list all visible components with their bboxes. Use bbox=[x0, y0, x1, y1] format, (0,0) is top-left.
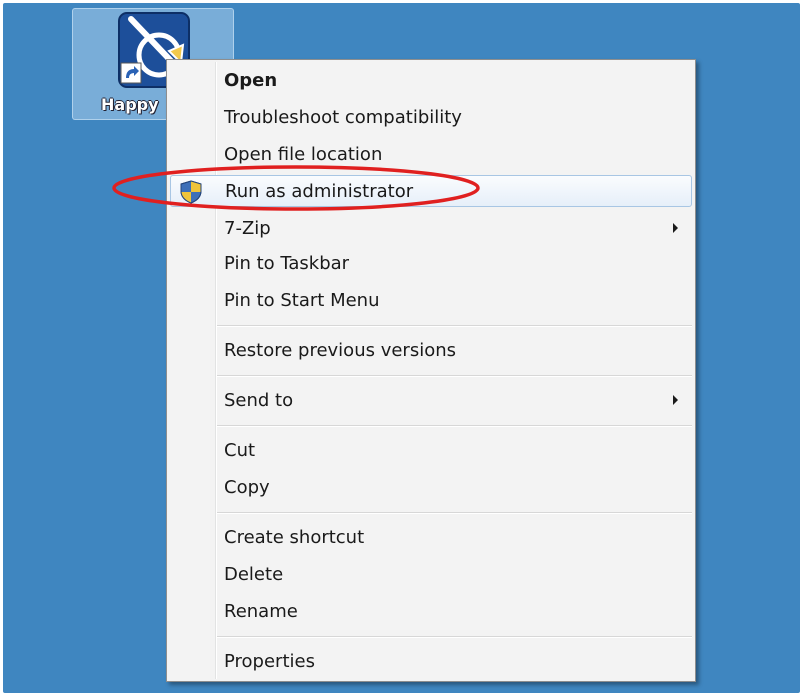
menu-separator bbox=[217, 325, 692, 327]
menu-separator bbox=[217, 636, 692, 638]
menu-item-delete[interactable]: Delete bbox=[170, 558, 692, 590]
menu-item-label: Create shortcut bbox=[224, 526, 365, 548]
menu-separator bbox=[217, 425, 692, 427]
menu-item-label: Run as administrator bbox=[225, 180, 414, 202]
shortcut-label: Happy bbox=[101, 95, 159, 114]
menu-item-pin-to-taskbar[interactable]: Pin to Taskbar bbox=[170, 247, 692, 279]
menu-item-label: Copy bbox=[224, 476, 270, 498]
menu-item-label: Cut bbox=[224, 439, 256, 461]
menu-item-open-file-location[interactable]: Open file location bbox=[170, 138, 692, 170]
menu-item-restore-previous-versions[interactable]: Restore previous versions bbox=[170, 334, 692, 366]
menu-separator bbox=[217, 512, 692, 514]
menu-item-label: Send to bbox=[224, 389, 294, 411]
menu-item-open[interactable]: Open bbox=[170, 64, 692, 96]
menu-item-pin-to-start-menu[interactable]: Pin to Start Menu bbox=[170, 284, 692, 316]
menu-item-create-shortcut[interactable]: Create shortcut bbox=[170, 521, 692, 553]
context-menu: Open Troubleshoot compatibility Open fil… bbox=[166, 59, 696, 682]
menu-item-copy[interactable]: Copy bbox=[170, 471, 692, 503]
menu-item-label: Open bbox=[224, 69, 278, 91]
menu-item-label: Pin to Taskbar bbox=[224, 252, 350, 274]
menu-item-send-to[interactable]: Send to bbox=[170, 384, 692, 416]
menu-item-7-zip[interactable]: 7-Zip bbox=[170, 212, 692, 244]
uac-shield-icon bbox=[180, 180, 202, 204]
menu-item-label: Open file location bbox=[224, 143, 383, 165]
submenu-arrow-icon bbox=[673, 223, 678, 233]
menu-item-label: Pin to Start Menu bbox=[224, 289, 380, 311]
menu-item-label: Restore previous versions bbox=[224, 339, 457, 361]
menu-item-label: Rename bbox=[224, 600, 298, 622]
submenu-arrow-icon bbox=[673, 395, 678, 405]
menu-item-properties[interactable]: Properties bbox=[170, 645, 692, 677]
menu-item-rename[interactable]: Rename bbox=[170, 595, 692, 627]
menu-item-label: Troubleshoot compatibility bbox=[224, 106, 462, 128]
menu-item-run-as-administrator[interactable]: Run as administrator bbox=[170, 175, 692, 207]
menu-item-label: Properties bbox=[224, 650, 315, 672]
menu-separator bbox=[217, 375, 692, 377]
menu-item-troubleshoot-compatibility[interactable]: Troubleshoot compatibility bbox=[170, 101, 692, 133]
menu-item-label: Delete bbox=[224, 563, 284, 585]
desktop: Happy Open Troubleshoot compatibility Op… bbox=[3, 3, 800, 693]
menu-item-cut[interactable]: Cut bbox=[170, 434, 692, 466]
menu-item-label: 7-Zip bbox=[224, 217, 271, 239]
